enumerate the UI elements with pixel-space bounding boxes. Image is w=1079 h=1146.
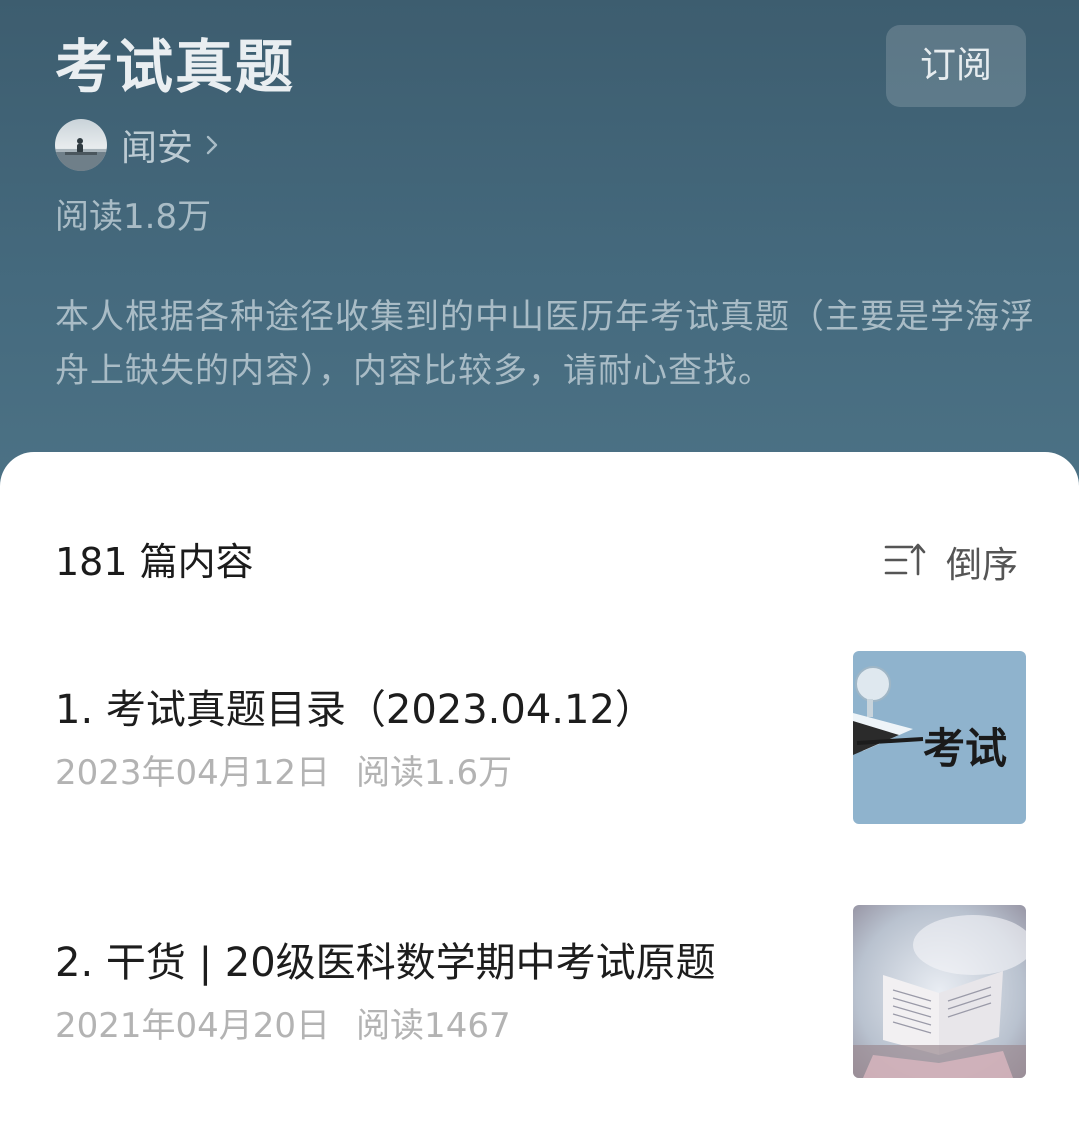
sort-order-icon: [884, 540, 930, 584]
sort-label: 倒序: [946, 545, 1019, 586]
sort-toggle-button[interactable]: 倒序: [884, 536, 1018, 588]
avatar-photo-icon: [55, 119, 107, 171]
article-meta: 2021年04月20日 阅读1467: [55, 1003, 511, 1049]
article-reads: 阅读1.6万: [356, 753, 513, 793]
article-date: 2021年04月20日: [55, 1006, 331, 1046]
exam-thumbnail-image: 考试: [853, 651, 1026, 824]
list-item[interactable]: 1. 考试真题目录（2023.04.12） 2023年04月12日 阅读1.6万 …: [0, 640, 1079, 840]
avatar[interactable]: [55, 119, 107, 171]
page-title: 考试真题: [55, 33, 296, 101]
article-title: 1. 考试真题目录（2023.04.12）: [55, 687, 655, 733]
album-description: 本人根据各种途径收集到的中山医历年考试真题（主要是学海浮舟上缺失的内容），内容比…: [55, 297, 1035, 391]
thumbnail-text: 考试: [923, 724, 1007, 773]
article-thumbnail[interactable]: [853, 905, 1026, 1078]
article-meta: 2023年04月12日 阅读1.6万: [55, 750, 512, 796]
article-title: 2. 干货 | 20级医科数学期中考试原题: [55, 940, 716, 986]
article-date: 2023年04月12日: [55, 753, 331, 793]
subscribe-button[interactable]: 订阅: [886, 25, 1026, 107]
open-book-image: [853, 905, 1026, 1078]
album-header: 考试真题 订阅 闻安 阅读1.8万 本人根据各种途径收集到的中山医历年考试真题（…: [0, 0, 1079, 520]
chevron-right-icon: [205, 133, 219, 157]
author-name: 闻安: [121, 128, 194, 169]
list-item[interactable]: 2. 干货 | 20级医科数学期中考试原题 2021年04月20日 阅读1467: [0, 895, 1079, 1095]
article-reads: 阅读1467: [356, 1006, 511, 1046]
album-read-count: 阅读1.8万: [55, 197, 212, 237]
article-thumbnail[interactable]: 考试: [853, 651, 1026, 824]
article-count: 181 篇内容: [55, 540, 254, 584]
author-link[interactable]: 闻安: [55, 118, 219, 172]
